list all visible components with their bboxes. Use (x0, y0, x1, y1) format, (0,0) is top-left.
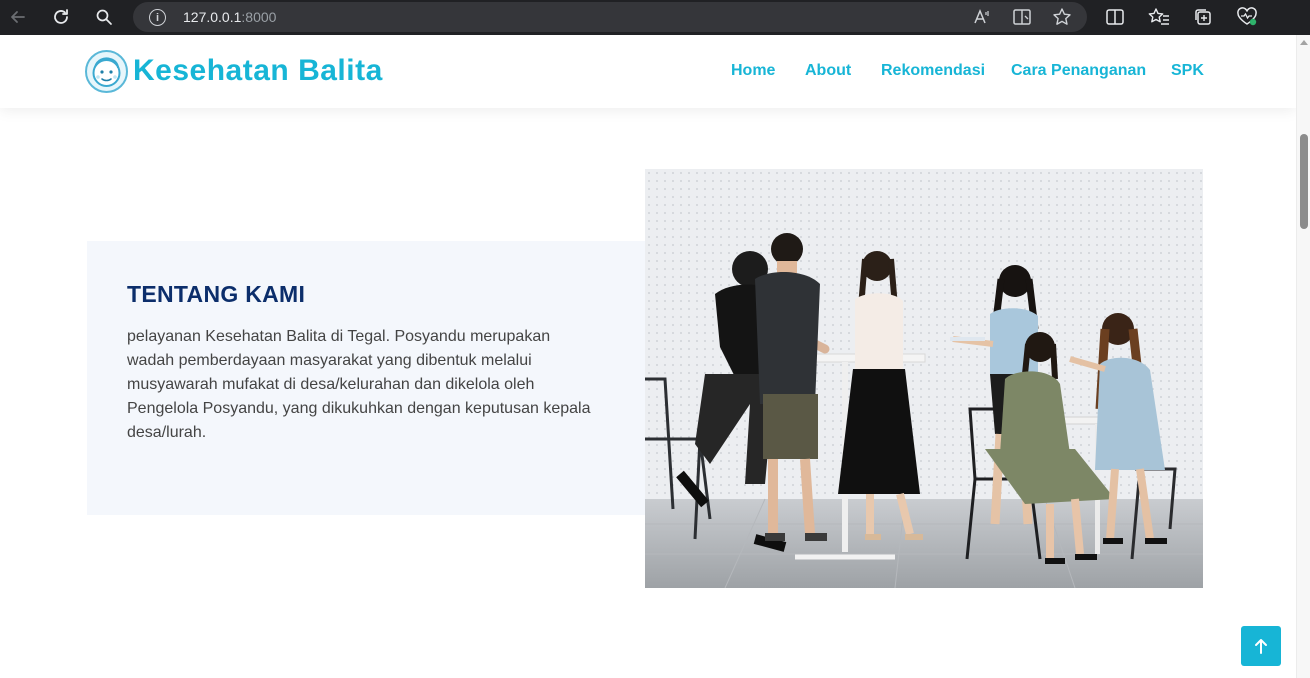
browser-essentials-icon[interactable] (1235, 5, 1259, 29)
reload-icon[interactable] (48, 4, 74, 30)
favorite-star-icon[interactable] (1052, 7, 1072, 27)
nav-home[interactable]: Home (731, 62, 775, 80)
web-page: Kesehatan Balita Home About Rekomendasi … (0, 35, 1296, 678)
url-host: 127.0.0.1 (183, 9, 242, 25)
address-bar[interactable]: i 127.0.0.1:8000 (133, 2, 1087, 32)
nav-rekomendasi[interactable]: Rekomendasi (881, 62, 985, 80)
arrow-up-icon (1255, 639, 1267, 654)
nav-about[interactable]: About (805, 62, 851, 80)
favorites-icon[interactable] (1147, 5, 1171, 29)
brand-title[interactable]: Kesehatan Balita (133, 54, 383, 88)
url-text[interactable]: 127.0.0.1:8000 (183, 9, 276, 25)
nav-cara-penanganan[interactable]: Cara Penanganan (1011, 62, 1146, 80)
read-aloud-icon[interactable] (972, 7, 992, 27)
nav-spk[interactable]: SPK (1171, 62, 1204, 80)
about-title: TENTANG KAMI (127, 281, 306, 307)
search-icon[interactable] (91, 4, 117, 30)
immersive-reader-icon[interactable] (1012, 7, 1032, 27)
browser-toolbar: i 127.0.0.1:8000 (0, 0, 1310, 35)
back-to-top-button[interactable] (1241, 626, 1281, 666)
split-screen-icon[interactable] (1103, 5, 1127, 29)
collections-icon[interactable] (1191, 5, 1215, 29)
site-header: Kesehatan Balita Home About Rekomendasi … (0, 35, 1296, 108)
about-description: pelayanan Kesehatan Balita di Tegal. Pos… (127, 328, 591, 441)
scrollbar-thumb[interactable] (1300, 134, 1308, 229)
page-scrollbar[interactable] (1296, 35, 1310, 678)
url-port: :8000 (241, 9, 277, 25)
scroll-up-icon[interactable] (1300, 40, 1308, 45)
team-photo (645, 169, 1203, 588)
info-icon[interactable]: i (149, 9, 166, 26)
back-icon[interactable] (5, 4, 31, 30)
baby-logo-icon[interactable] (85, 50, 128, 93)
